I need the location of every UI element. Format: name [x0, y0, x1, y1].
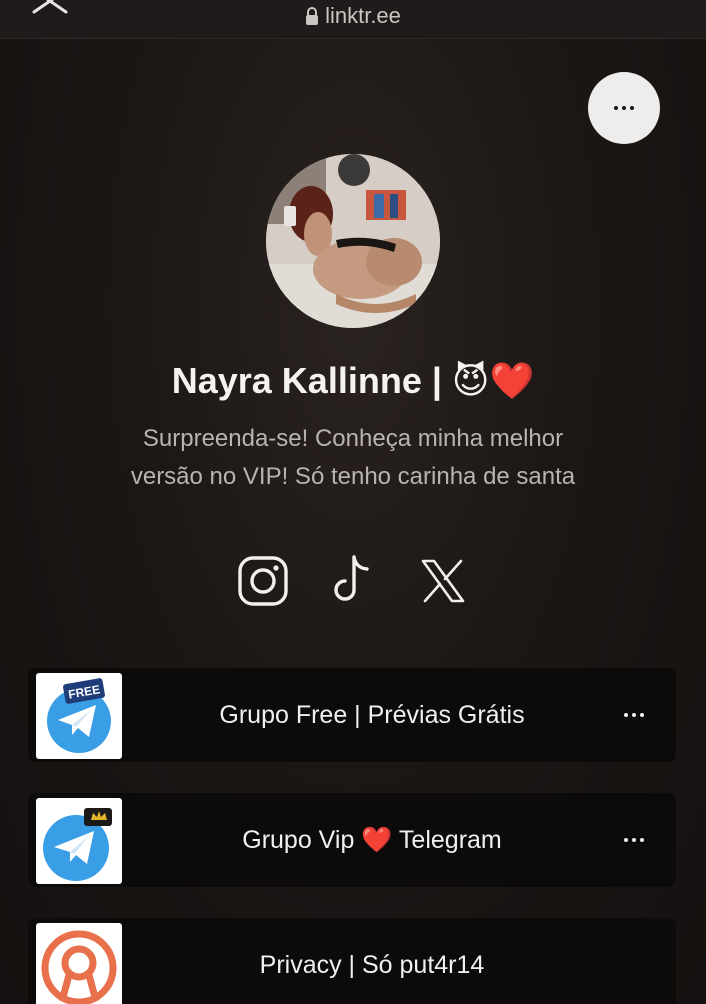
more-dots-icon	[624, 838, 644, 842]
lock-icon	[305, 5, 319, 31]
profile-bio: Surpreenda-se! Conheça minha melhor vers…	[60, 420, 646, 496]
telegram-vip-icon	[36, 798, 122, 884]
profile-name: Nayra Kallinne | 😈❤️	[171, 360, 535, 401]
instagram-icon[interactable]	[237, 555, 289, 607]
link-label: Grupo Free | Prévias Grátis	[219, 700, 525, 729]
more-dots-icon	[614, 106, 634, 110]
x-icon[interactable]	[417, 555, 469, 607]
url-display[interactable]: linktr.ee	[0, 3, 706, 31]
url-text: linktr.ee	[325, 3, 401, 28]
bio-line-2: versão no VIP! Só tenho carinha de santa	[130, 463, 576, 490]
avatar	[266, 154, 440, 328]
privacy-icon	[36, 923, 122, 1004]
link-more-button[interactable]	[614, 700, 654, 730]
bio-line-1: Surpreenda-se! Conheça minha melhor	[142, 425, 564, 452]
tiktok-icon[interactable]	[327, 555, 379, 607]
link-grupo-vip[interactable]: Grupo Vip ❤️ Telegram	[28, 793, 676, 887]
more-options-button[interactable]	[588, 72, 660, 144]
telegram-free-icon: FREE	[36, 673, 122, 759]
profile-photo	[266, 154, 440, 328]
browser-url-bar: linktr.ee	[0, 0, 706, 39]
link-label: Privacy | Só put4r14	[259, 950, 485, 979]
link-privacy[interactable]: Privacy | Só put4r14	[28, 918, 676, 1004]
social-icons	[0, 555, 706, 607]
link-grupo-free[interactable]: FREE Grupo Free | Prévias Grátis	[28, 668, 676, 762]
linktree-page: linktr.ee Nayra Kallinne | 😈❤️ Surpreend…	[0, 0, 706, 1004]
link-label: Grupo Vip ❤️ Telegram	[242, 825, 502, 854]
more-dots-icon	[624, 713, 644, 717]
link-more-button[interactable]	[614, 825, 654, 855]
